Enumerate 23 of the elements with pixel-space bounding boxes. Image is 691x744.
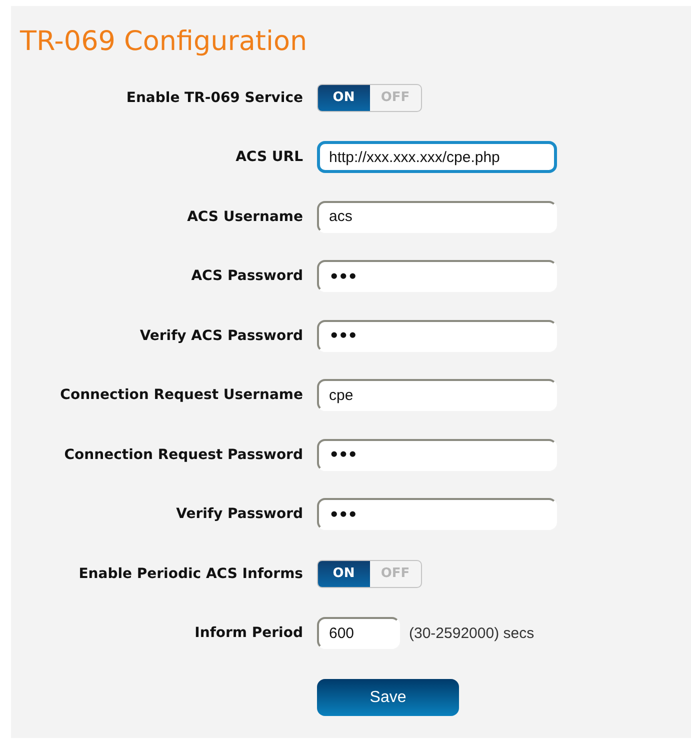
password-field[interactable]: ••• [317, 260, 557, 292]
field-label: ACS Password [191, 268, 303, 284]
password-field[interactable]: ••• [317, 498, 557, 530]
toggle-switch[interactable]: ON OFF [317, 560, 422, 588]
input-field[interactable]: cpe [317, 379, 557, 412]
field-label: Verify Password [176, 506, 303, 522]
input-field[interactable]: http://xxx.xxx.xxx/cpe.php [317, 141, 557, 174]
toggle-switch[interactable]: ON OFF [317, 84, 422, 112]
input-field[interactable]: acs [317, 200, 557, 233]
field-label: Inform Period [194, 625, 303, 642]
password-field[interactable]: ••• [317, 320, 557, 352]
field-label: Connection Request Username [60, 387, 303, 404]
password-field[interactable]: ••• [317, 438, 557, 471]
save-button[interactable]: Save [317, 679, 459, 716]
range-hint: (30-2592000) secs [409, 624, 534, 642]
field-label: Enable Periodic ACS Informs [78, 566, 303, 582]
field-label: Connection Request Password [64, 446, 303, 463]
field-label: Verify ACS Password [140, 328, 303, 344]
field-label: ACS URL [236, 149, 303, 166]
page-title: TR-069 Configuration [20, 26, 308, 58]
input-field[interactable]: 600 [317, 617, 400, 650]
field-label: ACS Username [187, 208, 303, 225]
field-label: Enable TR-069 Service [126, 90, 303, 106]
